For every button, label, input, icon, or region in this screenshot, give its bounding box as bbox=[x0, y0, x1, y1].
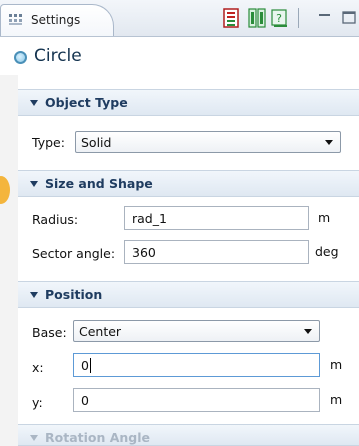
section-object-type-header[interactable]: Object Type bbox=[18, 89, 359, 116]
collapse-icon bbox=[30, 292, 38, 298]
base-select-value: Center bbox=[79, 324, 122, 339]
page-title: Circle bbox=[34, 46, 82, 66]
maximize-icon[interactable] bbox=[340, 8, 358, 28]
radius-value: rad_1 bbox=[132, 211, 167, 226]
y-label: y: bbox=[32, 395, 43, 410]
left-rail bbox=[0, 75, 18, 446]
base-label: Base: bbox=[32, 325, 67, 340]
minimize-icon[interactable] bbox=[316, 8, 334, 28]
section-rotation-header[interactable]: Rotation Angle bbox=[18, 424, 359, 446]
y-value: 0 bbox=[81, 393, 89, 408]
chevron-down-icon bbox=[325, 140, 333, 145]
chevron-down-icon bbox=[304, 329, 312, 334]
sector-angle-unit: deg bbox=[315, 244, 339, 259]
base-select[interactable]: Center bbox=[73, 320, 320, 342]
tab-settings-label: Settings bbox=[31, 13, 81, 27]
radius-label: Radius: bbox=[32, 212, 79, 227]
settings-tab-icon bbox=[9, 14, 22, 25]
x-label: x: bbox=[32, 360, 44, 375]
x-unit: m bbox=[330, 357, 343, 372]
y-field[interactable]: 0 bbox=[73, 388, 320, 412]
x-value: 0 bbox=[81, 358, 89, 373]
radius-unit: m bbox=[318, 210, 331, 225]
build-all-icon[interactable] bbox=[248, 8, 266, 28]
text-caret bbox=[90, 358, 91, 373]
svg-text:?: ? bbox=[276, 12, 282, 25]
type-select[interactable]: Solid bbox=[75, 131, 341, 153]
type-select-value: Solid bbox=[81, 135, 112, 150]
help-icon[interactable]: ? bbox=[271, 8, 289, 28]
sector-angle-label: Sector angle: bbox=[32, 246, 116, 261]
y-unit: m bbox=[330, 392, 343, 407]
tab-bar: Settings ? bbox=[0, 0, 359, 37]
collapse-icon bbox=[30, 435, 38, 441]
section-position-header[interactable]: Position bbox=[18, 281, 359, 308]
build-red-icon[interactable] bbox=[222, 8, 240, 28]
toolbar-separator bbox=[298, 8, 299, 28]
type-label: Type: bbox=[32, 135, 65, 150]
sector-angle-value: 360 bbox=[132, 245, 156, 260]
title-row: Circle bbox=[0, 37, 359, 75]
section-title: Object Type bbox=[45, 95, 128, 110]
collapse-icon bbox=[30, 181, 38, 187]
section-size-shape-header[interactable]: Size and Shape bbox=[18, 170, 359, 197]
x-field[interactable]: 0 bbox=[73, 353, 320, 377]
section-title: Position bbox=[45, 287, 103, 302]
radius-field[interactable]: rad_1 bbox=[124, 206, 309, 230]
tab-settings[interactable]: Settings bbox=[0, 4, 114, 36]
sector-angle-field[interactable]: 360 bbox=[124, 240, 309, 264]
collapse-icon bbox=[30, 100, 38, 106]
circle-icon bbox=[14, 51, 27, 64]
section-title: Size and Shape bbox=[45, 176, 153, 191]
section-title: Rotation Angle bbox=[45, 430, 151, 445]
